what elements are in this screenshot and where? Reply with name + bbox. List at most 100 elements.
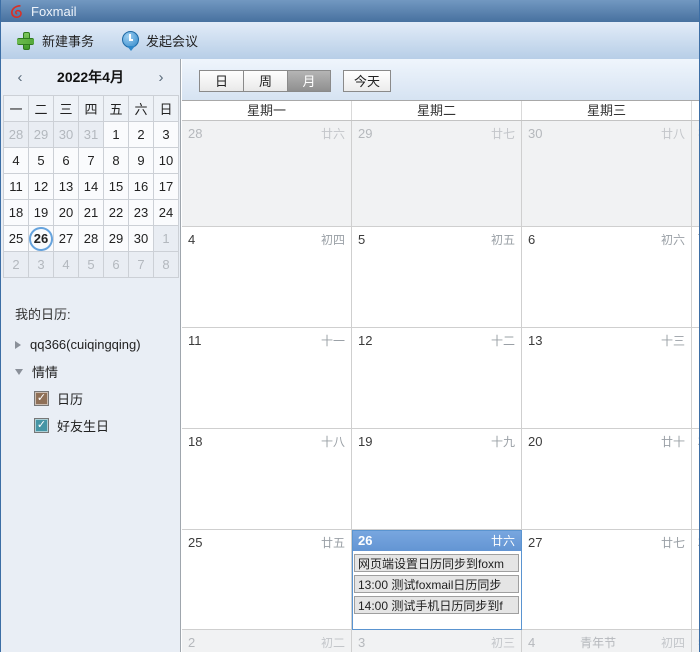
day-cell[interactable]: 27廿七 bbox=[522, 530, 692, 630]
day-cell[interactable]: 18十八 bbox=[182, 429, 352, 530]
mini-day[interactable]: 4 bbox=[4, 148, 29, 174]
calendar-checkbox[interactable]: ✓ bbox=[34, 418, 49, 433]
mini-day[interactable]: 21 bbox=[79, 200, 104, 226]
mini-day[interactable]: 1 bbox=[104, 122, 129, 148]
day-cell[interactable]: 4青年节初四 bbox=[522, 630, 692, 652]
day-cell[interactable]: 20廿十 bbox=[522, 429, 692, 530]
lunar-date: 廿七 bbox=[491, 125, 515, 142]
start-meeting-button[interactable]: 发起会议 bbox=[122, 31, 198, 51]
mini-day[interactable]: 22 bbox=[104, 200, 129, 226]
mini-day[interactable]: 11 bbox=[4, 174, 29, 200]
new-event-button[interactable]: 新建事务 bbox=[17, 31, 94, 50]
mini-day[interactable]: 27 bbox=[54, 226, 79, 252]
mini-day[interactable]: 18 bbox=[4, 200, 29, 226]
day-cell[interactable]: 5 bbox=[692, 630, 700, 652]
calendar-account-row[interactable]: qq366(cuiqingqing) bbox=[1, 331, 180, 358]
day-cell[interactable]: 29 廿七 bbox=[352, 121, 522, 227]
mini-day[interactable]: 6 bbox=[54, 148, 79, 174]
day-cell[interactable]: 25廿五 bbox=[182, 530, 352, 630]
mini-day[interactable]: 5 bbox=[29, 148, 54, 174]
mini-day[interactable]: 9 bbox=[129, 148, 154, 174]
expand-arrow-icon[interactable] bbox=[15, 341, 21, 349]
day-cell[interactable]: 3初三 bbox=[352, 630, 522, 652]
mini-day[interactable]: 16 bbox=[129, 174, 154, 200]
mini-day[interactable]: 28 bbox=[4, 122, 29, 148]
mini-day[interactable]: 19 bbox=[29, 200, 54, 226]
calendar-account-label: 情情 bbox=[32, 362, 58, 381]
mini-day[interactable]: 2 bbox=[129, 122, 154, 148]
mini-day[interactable]: 14 bbox=[79, 174, 104, 200]
mini-day[interactable]: 31 bbox=[79, 122, 104, 148]
mini-weekday-header: 五 bbox=[104, 96, 129, 122]
mini-day[interactable]: 3 bbox=[29, 252, 54, 278]
mini-day[interactable]: 30 bbox=[54, 122, 79, 148]
day-number: 2 bbox=[188, 635, 195, 650]
lunar-date: 廿五 bbox=[321, 534, 345, 551]
mini-day[interactable]: 12 bbox=[29, 174, 54, 200]
mini-day[interactable]: 28 bbox=[79, 226, 104, 252]
mini-day[interactable]: 2 bbox=[4, 252, 29, 278]
mini-weekday-header: 六 bbox=[129, 96, 154, 122]
lunar-date: 廿七 bbox=[661, 534, 685, 551]
day-number: 28 bbox=[188, 126, 202, 141]
day-number: 18 bbox=[188, 434, 202, 449]
mini-day[interactable]: 3 bbox=[154, 122, 179, 148]
prev-month-icon[interactable]: ‹ bbox=[13, 69, 27, 86]
mini-day[interactable]: 29 bbox=[29, 122, 54, 148]
day-cell[interactable]: 4初四 bbox=[182, 227, 352, 328]
event-item[interactable]: 14:00 测试手机日历同步到f bbox=[354, 596, 519, 614]
day-cell[interactable]: 12十二 bbox=[352, 328, 522, 429]
day-cell[interactable]: 14 bbox=[692, 328, 700, 429]
mini-day[interactable]: 6 bbox=[104, 252, 129, 278]
mini-day-selected[interactable]: 26 bbox=[29, 226, 54, 252]
calendar-account-row[interactable]: 情情 bbox=[1, 358, 180, 385]
mini-day[interactable]: 5 bbox=[79, 252, 104, 278]
mini-day[interactable]: 4 bbox=[54, 252, 79, 278]
day-cell[interactable]: 5初五 bbox=[352, 227, 522, 328]
mini-day[interactable]: 17 bbox=[154, 174, 179, 200]
window-title: Foxmail bbox=[31, 4, 77, 19]
day-cell[interactable]: 19十九 bbox=[352, 429, 522, 530]
lunar-date: 十一 bbox=[321, 332, 345, 349]
collapse-arrow-icon[interactable] bbox=[15, 369, 23, 375]
mini-day[interactable]: 30 bbox=[129, 226, 154, 252]
mini-day[interactable]: 23 bbox=[129, 200, 154, 226]
day-cell[interactable]: 31 bbox=[692, 121, 700, 227]
mini-day[interactable]: 7 bbox=[129, 252, 154, 278]
view-controls: 日 周 月 今天 bbox=[182, 59, 700, 100]
calendar-item-row[interactable]: ✓日历 bbox=[1, 385, 180, 412]
mini-day[interactable]: 29 bbox=[104, 226, 129, 252]
mini-day[interactable]: 15 bbox=[104, 174, 129, 200]
day-cell[interactable]: 21 bbox=[692, 429, 700, 530]
mini-day[interactable]: 20 bbox=[54, 200, 79, 226]
mini-day[interactable]: 8 bbox=[154, 252, 179, 278]
day-number: 29 bbox=[358, 126, 372, 141]
mini-day[interactable]: 10 bbox=[154, 148, 179, 174]
week-view-button[interactable]: 周 bbox=[243, 70, 287, 92]
calendar-item-row[interactable]: ✓ 好友生日 bbox=[1, 412, 180, 439]
mini-day[interactable]: 7 bbox=[79, 148, 104, 174]
mini-day[interactable]: 8 bbox=[104, 148, 129, 174]
calendar-item-label: 好友生日 bbox=[57, 416, 109, 435]
today-button[interactable]: 今天 bbox=[343, 70, 391, 92]
month-view-button[interactable]: 月 bbox=[287, 70, 331, 92]
mini-weekday-header: 三 bbox=[54, 96, 79, 122]
day-cell-selected[interactable]: 26廿六网页端设置日历同步到foxm13:00 测试foxmail日历同步14:… bbox=[352, 530, 522, 630]
event-item[interactable]: 网页端设置日历同步到foxm bbox=[354, 554, 519, 572]
day-cell[interactable]: 6初六 bbox=[522, 227, 692, 328]
day-view-button[interactable]: 日 bbox=[199, 70, 243, 92]
day-cell[interactable]: 11十一 bbox=[182, 328, 352, 429]
day-cell[interactable]: 13十三 bbox=[522, 328, 692, 429]
next-month-icon[interactable]: › bbox=[154, 69, 168, 86]
mini-day[interactable]: 1 bbox=[154, 226, 179, 252]
day-cell[interactable]: 28廿六 bbox=[182, 121, 352, 227]
mini-day[interactable]: 24 bbox=[154, 200, 179, 226]
mini-day[interactable]: 13 bbox=[54, 174, 79, 200]
mini-day[interactable]: 25 bbox=[4, 226, 29, 252]
day-cell[interactable]: 30廿八 bbox=[522, 121, 692, 227]
day-cell[interactable]: 2初二 bbox=[182, 630, 352, 652]
day-cell[interactable]: 7 bbox=[692, 227, 700, 328]
day-cell[interactable]: 28 bbox=[692, 530, 700, 630]
calendar-checkbox[interactable]: ✓ bbox=[34, 391, 49, 406]
event-item[interactable]: 13:00 测试foxmail日历同步 bbox=[354, 575, 519, 593]
